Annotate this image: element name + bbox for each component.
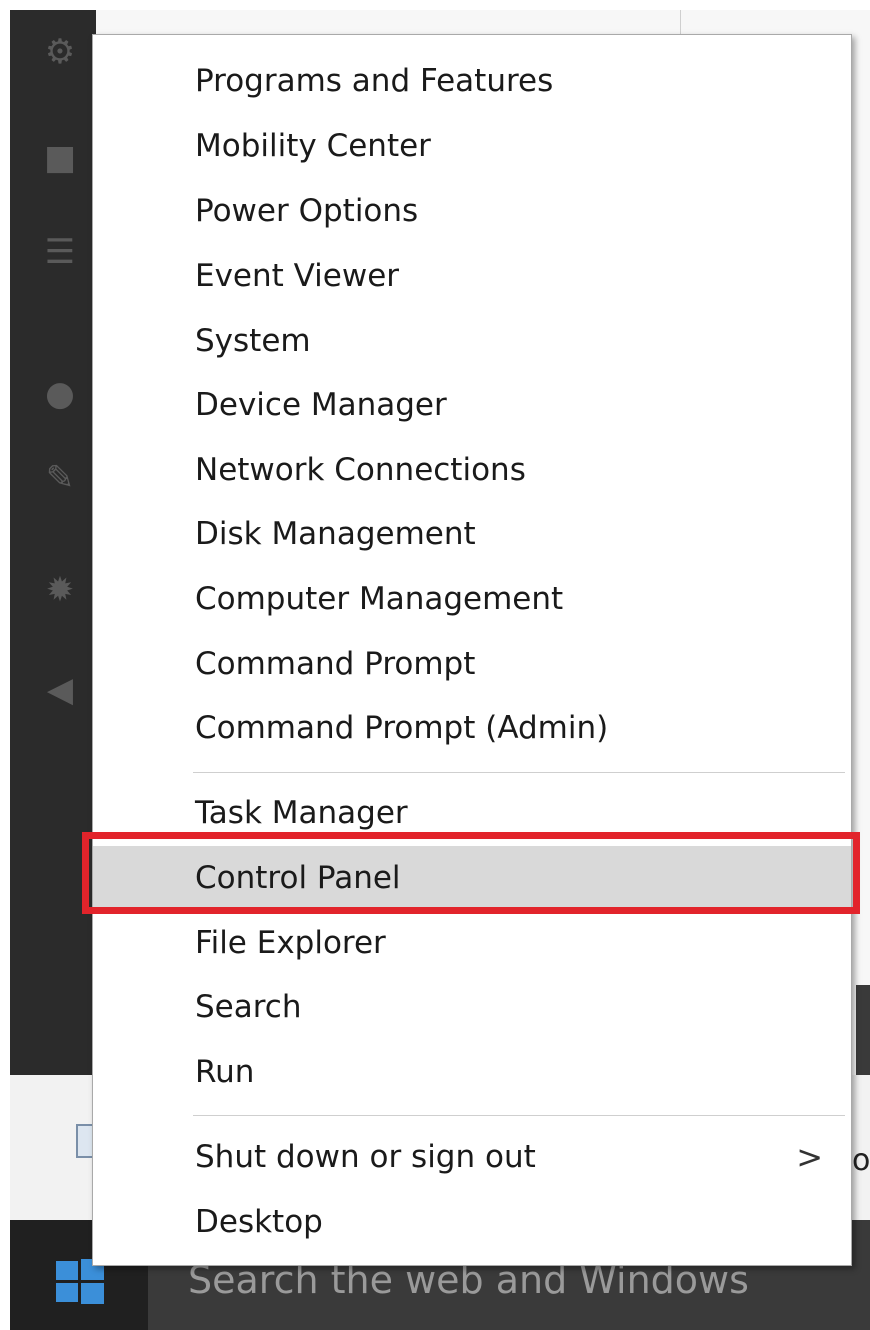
highlight-annotation	[82, 832, 860, 914]
menu-item-mobility-center[interactable]: Mobility Center	[93, 114, 851, 178]
menu-item-network-connections[interactable]: Network Connections	[93, 438, 851, 502]
back-icon[interactable]: ◀	[40, 670, 80, 710]
menu-item-device-manager[interactable]: Device Manager	[93, 373, 851, 437]
menu-item-label: Shut down or sign out	[195, 1139, 536, 1175]
menu-separator	[193, 1115, 845, 1116]
menu-separator	[193, 772, 845, 773]
menu-item-event-viewer[interactable]: Event Viewer	[93, 244, 851, 308]
chevron-right-icon: >	[796, 1138, 823, 1176]
left-app-rail: ⚙ ■ ☰ ● ✎ ✹ ◀	[10, 10, 96, 1075]
menu-item-programs-and-features[interactable]: Programs and Features	[93, 49, 851, 113]
menu-item-desktop[interactable]: Desktop	[93, 1190, 851, 1254]
menu-item-search[interactable]: Search	[93, 975, 851, 1039]
chat-icon[interactable]: ■	[40, 138, 80, 178]
menu-item-system[interactable]: System	[93, 309, 851, 373]
background-strip	[856, 985, 870, 1075]
power-user-menu: Programs and Features Mobility Center Po…	[92, 34, 852, 1266]
background-text-fragment: o	[852, 1143, 870, 1178]
menu-item-command-prompt-admin[interactable]: Command Prompt (Admin)	[93, 696, 851, 760]
menu-item-shut-down-or-sign-out[interactable]: Shut down or sign out >	[93, 1125, 851, 1189]
menu-item-computer-management[interactable]: Computer Management	[93, 567, 851, 631]
menu-item-command-prompt[interactable]: Command Prompt	[93, 632, 851, 696]
devices-icon[interactable]: ⚙	[40, 32, 80, 72]
wrench-icon[interactable]: ✎	[40, 458, 80, 498]
menu-item-file-explorer[interactable]: File Explorer	[93, 911, 851, 975]
gear-icon[interactable]: ✹	[40, 570, 80, 610]
menu-item-run[interactable]: Run	[93, 1040, 851, 1104]
list-icon[interactable]: ☰	[40, 232, 80, 272]
menu-item-disk-management[interactable]: Disk Management	[93, 502, 851, 566]
menu-item-power-options[interactable]: Power Options	[93, 179, 851, 243]
user-icon[interactable]: ●	[40, 374, 80, 414]
